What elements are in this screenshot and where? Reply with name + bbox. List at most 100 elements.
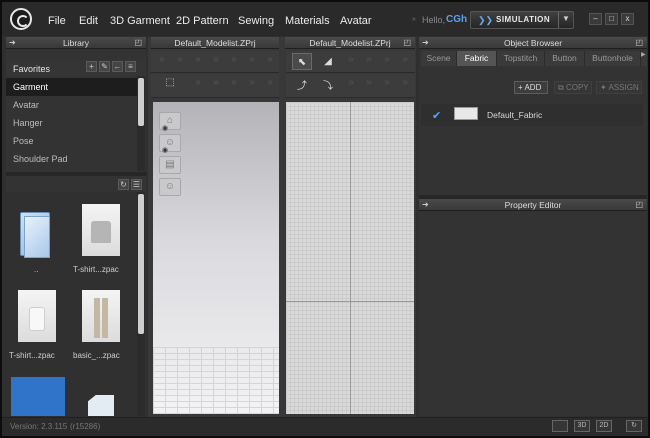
toolbar-button[interactable]: »	[360, 51, 378, 69]
property-editor-header: ➜ Property Editor ◰	[419, 199, 647, 211]
assign-label: ASSIGN	[608, 83, 639, 92]
eye-icon[interactable]: ◉	[162, 146, 168, 154]
view-split-button[interactable]	[552, 420, 568, 432]
pants-thumbnail[interactable]	[82, 290, 120, 342]
pants-leg	[102, 298, 108, 338]
toolbar-button[interactable]: »	[189, 74, 207, 92]
list-icon[interactable]: ≡	[125, 61, 136, 72]
axis-line	[286, 301, 414, 302]
tab-buttonhole[interactable]: Buttonhole	[585, 51, 641, 66]
blue-tile-thumbnail[interactable]	[11, 377, 65, 416]
viewport-2d-title: Default_Modelist.ZPrj	[309, 38, 391, 48]
clo-logo-icon[interactable]	[10, 8, 32, 30]
menu-file[interactable]: File	[48, 15, 66, 27]
tab-scene[interactable]: Scene	[421, 51, 457, 66]
scrollbar-thumb[interactable]	[138, 194, 144, 334]
toolbar-button[interactable]: »	[360, 74, 378, 92]
edit-icon[interactable]: ✎	[99, 61, 110, 72]
assign-fabric-button[interactable]: ✦ ASSIGN	[596, 81, 642, 94]
toolbar-button[interactable]: »	[153, 51, 171, 69]
copy-icon: ⧉	[558, 83, 566, 92]
toolbar-button[interactable]: »	[225, 74, 243, 92]
library-item-garment[interactable]: Garment	[6, 78, 137, 96]
object-browser-title: Object Browser	[503, 38, 563, 48]
toolbar-3d-row2: ⬚ » » » » »	[151, 74, 279, 98]
undock-icon[interactable]: ◰	[134, 37, 142, 49]
pin-icon[interactable]: ➜	[9, 37, 16, 49]
back-icon[interactable]: ←	[112, 61, 123, 72]
menu-sewing[interactable]: Sewing	[238, 15, 274, 27]
toolbar-button[interactable]: »	[207, 74, 225, 92]
toolbar-button[interactable]: »	[261, 51, 279, 69]
tab-scroll-icon[interactable]: ▶	[641, 51, 647, 66]
version-text: Version: 2.3.115	[10, 422, 68, 431]
file-name: basic_...zpac	[73, 351, 120, 360]
greeting-text: Hello,	[422, 15, 446, 25]
toolbar-button[interactable]: »	[342, 51, 360, 69]
menu-2d-pattern[interactable]: 2D Pattern	[176, 15, 229, 27]
tab-fabric[interactable]: Fabric	[457, 51, 497, 66]
folder-front	[24, 216, 50, 258]
toolbar-button[interactable]: »	[225, 51, 243, 69]
toolbar-button[interactable]: »	[342, 74, 360, 92]
edit-pattern-icon[interactable]: ◢	[318, 53, 338, 70]
tab-button[interactable]: Button	[545, 51, 585, 66]
app-window: File Edit 3D Garment 2D Pattern Sewing M…	[0, 0, 650, 438]
toolbar-button[interactable]: »	[207, 51, 225, 69]
undock-icon[interactable]: ◰	[403, 37, 411, 49]
library-item-hanger[interactable]: Hanger	[6, 114, 137, 132]
view-list-icon[interactable]: ☰	[131, 179, 142, 190]
toolbar-2d-row2: ⤴ ⤵ » » » »	[286, 74, 415, 98]
toolbar-button[interactable]: »	[243, 51, 261, 69]
toolbar-button[interactable]: »	[261, 74, 279, 92]
view-2d-button[interactable]: 2D	[596, 420, 612, 432]
scrollbar-thumb[interactable]	[138, 78, 144, 126]
edit-point-icon[interactable]: ⤵	[318, 78, 338, 95]
file-name: ..	[34, 265, 39, 274]
toolbar-button[interactable]: »	[396, 51, 414, 69]
tshirt-shape	[91, 221, 111, 243]
undock-icon[interactable]: ◰	[635, 37, 643, 49]
viewport-3d-title: Default_Modelist.ZPrj	[174, 38, 256, 48]
toolbar-button[interactable]: »	[378, 51, 396, 69]
menu-avatar[interactable]: Avatar	[340, 15, 372, 27]
transform-icon[interactable]: ⬚	[161, 74, 179, 92]
library-item-avatar[interactable]: Avatar	[6, 96, 137, 114]
menu-3d-garment[interactable]: 3D Garment	[110, 15, 170, 27]
check-icon[interactable]: ✔	[432, 109, 441, 122]
fabric-swatch[interactable]	[454, 107, 478, 120]
menu-edit[interactable]: Edit	[79, 15, 98, 27]
avatar-hidden-icon[interactable]: ☺	[159, 178, 181, 196]
toolbar-2d-row1: ⬉ ◢ » » » »	[286, 51, 415, 73]
tab-topstitch[interactable]: Topstitch	[497, 51, 545, 66]
username[interactable]: CGh	[446, 14, 467, 25]
eye-icon[interactable]: ◉	[162, 124, 168, 132]
pin-icon[interactable]: ➜	[422, 199, 429, 211]
undock-icon[interactable]: ◰	[635, 199, 643, 211]
view-3d-button[interactable]: 3D	[574, 420, 590, 432]
add-favorite-icon[interactable]: +	[86, 61, 97, 72]
pants-leg	[94, 298, 100, 338]
axis-line	[350, 102, 351, 414]
maximize-button[interactable]: □	[605, 13, 618, 25]
toolbar-button[interactable]: »	[396, 74, 414, 92]
toolbar-button[interactable]: »	[171, 51, 189, 69]
library-item-pose[interactable]: Pose	[6, 132, 137, 150]
toolbar-button[interactable]: »	[378, 74, 396, 92]
toolbar-button[interactable]: »	[243, 74, 261, 92]
library-header: ➜ Library ◰	[6, 37, 146, 49]
copy-fabric-button[interactable]: ⧉ COPY	[554, 81, 592, 94]
transform-pattern-icon[interactable]: ⤴	[292, 78, 312, 95]
close-button[interactable]: x	[621, 13, 634, 25]
library-item-shoulder-pad[interactable]: Shoulder Pad	[6, 150, 137, 168]
minimize-button[interactable]: –	[589, 13, 602, 25]
refresh-icon[interactable]: ↻	[118, 179, 129, 190]
menu-materials[interactable]: Materials	[285, 15, 330, 27]
garment-icon[interactable]: ▤	[159, 156, 181, 174]
select-pattern-icon[interactable]: ⬉	[292, 53, 312, 70]
chevron-down-icon[interactable]: ▼	[562, 14, 570, 23]
pin-icon[interactable]: ➜	[422, 37, 429, 49]
toolbar-button[interactable]: »	[189, 51, 207, 69]
refresh-view-button[interactable]: ↻	[626, 420, 642, 432]
add-fabric-button[interactable]: + ADD	[514, 81, 548, 94]
